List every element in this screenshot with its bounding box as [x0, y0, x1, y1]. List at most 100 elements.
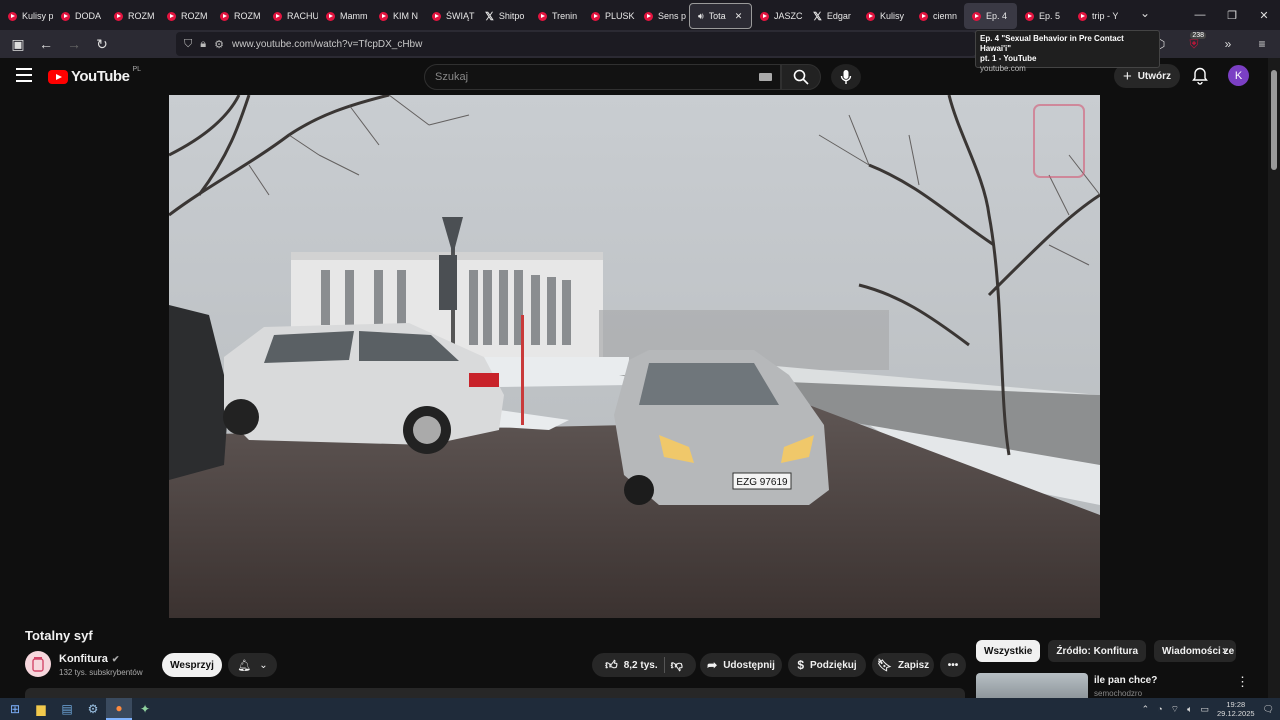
firefox-icon[interactable]: ● [106, 698, 132, 720]
browser-tab[interactable]: 𝕏 Edgar [805, 3, 858, 29]
wifi-icon[interactable]: ⌔ [1171, 704, 1179, 715]
more-actions-button[interactable]: ••• [940, 653, 966, 677]
search-button[interactable] [781, 64, 821, 90]
page-scrollbar[interactable] [1268, 58, 1280, 698]
file-explorer-icon[interactable]: ▆ [28, 698, 54, 720]
browser-tab[interactable]: trip - Y [1070, 3, 1123, 29]
app-icon[interactable]: ✦ [132, 698, 158, 720]
minimize-icon[interactable]: — [1184, 0, 1216, 30]
display-icon[interactable]: ▭ [1201, 704, 1210, 715]
shield-icon[interactable]: ⛉ [184, 38, 192, 51]
search-input[interactable]: Szukaj [424, 64, 781, 90]
browser-tab[interactable]: ROZM [106, 3, 159, 29]
notification-center-icon[interactable]: 🗨︎ [1263, 704, 1274, 715]
restore-icon[interactable]: ❐ [1216, 0, 1248, 30]
channel-name[interactable]: Konfitura ✔ [59, 653, 119, 665]
recommendation-channel[interactable]: semochodzro [1094, 689, 1142, 698]
tab-label: ŚWIĄT [446, 11, 475, 21]
notifications-button[interactable] [1190, 66, 1210, 86]
url-text[interactable]: www.youtube.com/watch?v=TfcpDX_cHbw [232, 39, 422, 50]
notification-toggle-button[interactable]: 🔔︎ ⌄ [228, 653, 277, 677]
chip-all[interactable]: Wszystkie [976, 640, 1041, 662]
share-button[interactable]: ➦ Udostępnij [700, 653, 782, 677]
browser-tab[interactable]: Kulisy [858, 3, 911, 29]
browser-tab[interactable]: ROZM [212, 3, 265, 29]
save-button[interactable]: 🔖︎ Zapisz [872, 653, 934, 677]
browser-tab[interactable]: ŚWIĄT [424, 3, 477, 29]
dislike-icon[interactable]: 👎︎ [671, 658, 683, 673]
like-count[interactable]: 8,2 tys. [624, 660, 658, 671]
permissions-icon[interactable]: ⚙︎ [214, 38, 224, 51]
share-icon: ➦ [707, 658, 718, 672]
chevron-up-icon[interactable]: ⌃ [1142, 704, 1150, 715]
sidebar-toggle-icon[interactable]: ▣ [6, 32, 30, 56]
video-player[interactable]: EZG 97619 [169, 95, 1100, 618]
browser-tab[interactable]: ROZM [159, 3, 212, 29]
channel-name-text[interactable]: Konfitura [59, 653, 108, 665]
chip-source[interactable]: Źródło: Konfitura [1048, 640, 1147, 662]
video-title: Totalny syf [25, 628, 93, 643]
close-tab-icon[interactable]: ✕ [735, 11, 743, 22]
account-avatar[interactable]: K [1228, 65, 1249, 86]
browser-tab[interactable]: Mamm [318, 3, 371, 29]
browser-tab[interactable]: RACHU [265, 3, 318, 29]
browser-tab[interactable]: Ep. 4 [964, 3, 1017, 29]
youtube-icon [432, 11, 441, 21]
browser-tab[interactable]: Sens p [636, 3, 689, 29]
divider [663, 657, 665, 673]
browser-tab[interactable]: Kulisy p [0, 3, 53, 29]
steam-icon[interactable]: ⚙ [80, 698, 106, 720]
channel-avatar[interactable] [25, 651, 51, 677]
list-all-tabs-icon[interactable]: ⌄ [1140, 6, 1150, 20]
network-icon[interactable]: ◔ [1157, 704, 1162, 714]
chevron-down-icon: ⌄ [259, 659, 268, 671]
browser-tab[interactable]: DODA [53, 3, 106, 29]
tab-label: ciemn [933, 11, 958, 21]
subscriber-count: 132 tys. subskrybentów [59, 668, 143, 677]
hamburger-menu-icon[interactable] [16, 68, 32, 86]
like-icon[interactable]: 👍︎ [605, 658, 618, 673]
url-bar[interactable]: ⛉ 🔒︎ ⚙︎ www.youtube.com/watch?v=TfcpDX_c… [176, 32, 976, 56]
youtube-icon [61, 11, 70, 21]
browser-tab[interactable]: 🔊︎ Tota ✕ [689, 3, 752, 29]
voice-search-button[interactable] [831, 64, 861, 90]
tab-label: Kulisy p [22, 11, 53, 21]
thanks-button[interactable]: $ Podziękuj [788, 653, 866, 677]
windows-start-icon[interactable]: ⊞ [2, 698, 28, 720]
overflow-icon[interactable]: » [1216, 32, 1240, 56]
youtube-logo[interactable]: YouTube PL [48, 66, 141, 85]
lock-icon[interactable]: 🔒︎ [200, 38, 206, 51]
tab-label: JASZC [774, 11, 803, 21]
share-label: Udostępnij [723, 659, 775, 671]
browser-tab[interactable]: KIM N [371, 3, 424, 29]
volume-icon[interactable]: 🔈︎ [1187, 704, 1192, 715]
recommendation-title[interactable]: ile pan chce? [1094, 675, 1157, 686]
tab-label: DODA [75, 11, 102, 21]
keyboard-icon[interactable] [759, 73, 772, 81]
browser-tab[interactable]: 𝕏 Shitpo [477, 3, 530, 29]
browser-tab[interactable]: PLUSK [583, 3, 636, 29]
description-box[interactable] [25, 688, 965, 698]
menu-icon[interactable]: ≡ [1250, 32, 1274, 56]
back-icon[interactable]: ← [34, 32, 58, 56]
youtube-icon [972, 11, 981, 21]
chevron-right-icon[interactable]: › [1222, 643, 1226, 657]
forward-icon[interactable]: → [62, 32, 86, 56]
support-button[interactable]: Wesprzyj [162, 653, 222, 677]
scrollbar-thumb[interactable] [1271, 70, 1277, 170]
browser-tab[interactable]: Trenin [530, 3, 583, 29]
remote-desktop-icon[interactable]: ▤ [54, 698, 80, 720]
close-window-icon[interactable]: ✕ [1248, 0, 1280, 30]
thanks-label: Podziękuj [810, 659, 857, 671]
browser-tab[interactable]: JASZC [752, 3, 805, 29]
clock[interactable]: 19:28 29.12.2025 [1217, 700, 1255, 718]
recommendation-thumbnail[interactable] [976, 673, 1088, 698]
youtube-icon [8, 11, 17, 21]
ublock-icon[interactable]: ⛨ 238 [1182, 32, 1206, 56]
reload-icon[interactable]: ↻ [90, 32, 114, 56]
more-vertical-icon[interactable]: ⋮ [1236, 674, 1249, 690]
browser-tab[interactable]: Ep. 5 [1017, 3, 1070, 29]
browser-tab-bar: Kulisy p DODA ROZM ROZM ROZM RACHU Mamm KIM N ŚW… [0, 0, 1280, 30]
system-tray: ⌃ ◔ ⌔ 🔈︎ ▭ 19:28 29.12.2025 🗨︎ [1142, 698, 1274, 720]
browser-tab[interactable]: ciemn [911, 3, 964, 29]
